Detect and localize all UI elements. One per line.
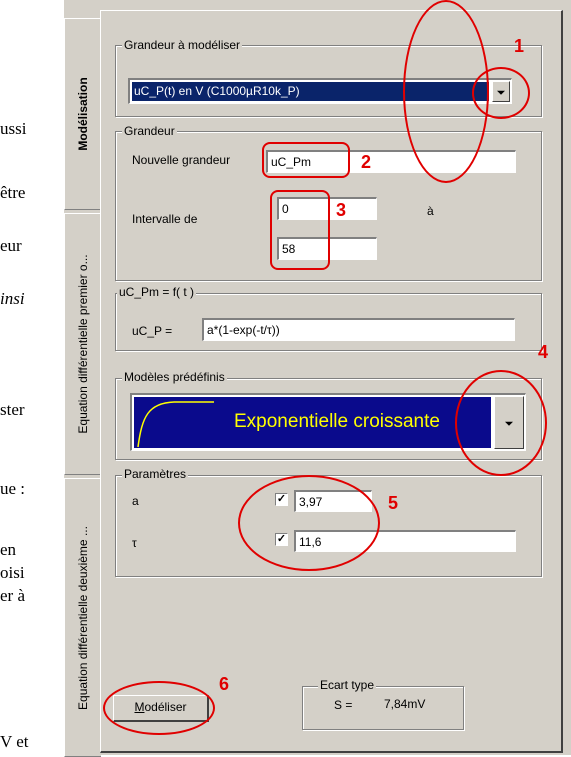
tab-label: Modélisation (76, 77, 90, 151)
tab-label: Equation différentielle premier o... (76, 254, 90, 434)
predefined-model-value: Exponentielle croissante (234, 411, 440, 432)
group-ecart-type (302, 686, 464, 730)
page-fragment: V et (0, 732, 29, 751)
page-fragment: er à (0, 586, 26, 605)
formula-label: uC_P = (132, 324, 173, 338)
param-tau-name: τ (132, 536, 137, 550)
tab-label: Equation différentielle deuxième ... (76, 525, 90, 710)
annotation-box-3 (270, 190, 330, 270)
annotation-ring-5 (238, 475, 380, 571)
page-fragment: en (0, 540, 17, 559)
group-title: Modèles prédéfinis (122, 370, 227, 384)
group-title: uC_Pm = f( t ) (117, 285, 197, 299)
exponential-curve-icon (137, 401, 214, 448)
annotation-ring-1 (472, 67, 530, 119)
group-title: Paramètres (122, 467, 189, 481)
predefined-model-preview: Exponentielle croissante (134, 397, 491, 448)
group-title: Grandeur (122, 124, 177, 138)
annotation-ring-4 (455, 370, 547, 476)
group-title: Ecart type (318, 678, 377, 692)
group-title: Grandeur à modéliser (122, 38, 243, 52)
annotation-number-4: 4 (538, 342, 549, 362)
page-fragment: être (0, 183, 26, 202)
param-a-name: a (132, 494, 139, 508)
ecart-s-label: S = (334, 698, 353, 712)
page-fragment: oisi (0, 563, 25, 582)
page-fragment: ue : (0, 479, 26, 498)
page-fragment: eur (0, 236, 22, 255)
page-fragment: ussi (0, 119, 27, 138)
ecart-s-value: 7,84mV (384, 697, 426, 711)
annotation-number-5: 5 (388, 493, 399, 513)
new-grandeur-label: Nouvelle grandeur (132, 153, 231, 167)
annotation-number-2: 2 (361, 152, 372, 172)
page-fragment: insi (0, 289, 25, 308)
annotation-number-6: 6 (219, 674, 230, 694)
interval-to-word: à (427, 204, 434, 218)
annotation-box-2 (262, 142, 350, 178)
annotation-number-3: 3 (336, 200, 347, 220)
tab-equation-deuxieme-ordre[interactable]: Equation différentielle deuxième ... (64, 478, 101, 757)
annotation-ring-6 (103, 681, 215, 735)
interval-label: Intervalle de (132, 212, 198, 226)
tab-strip: Modélisation Equation différentielle pre… (64, 18, 101, 757)
tab-modelisation[interactable]: Modélisation (64, 18, 101, 210)
formula-input[interactable]: a*(1-exp(-t/τ)) (202, 318, 515, 341)
page-fragment: ster (0, 400, 25, 419)
annotation-number-1: 1 (514, 36, 525, 56)
tab-equation-premier-ordre[interactable]: Equation différentielle premier o... (64, 213, 101, 475)
